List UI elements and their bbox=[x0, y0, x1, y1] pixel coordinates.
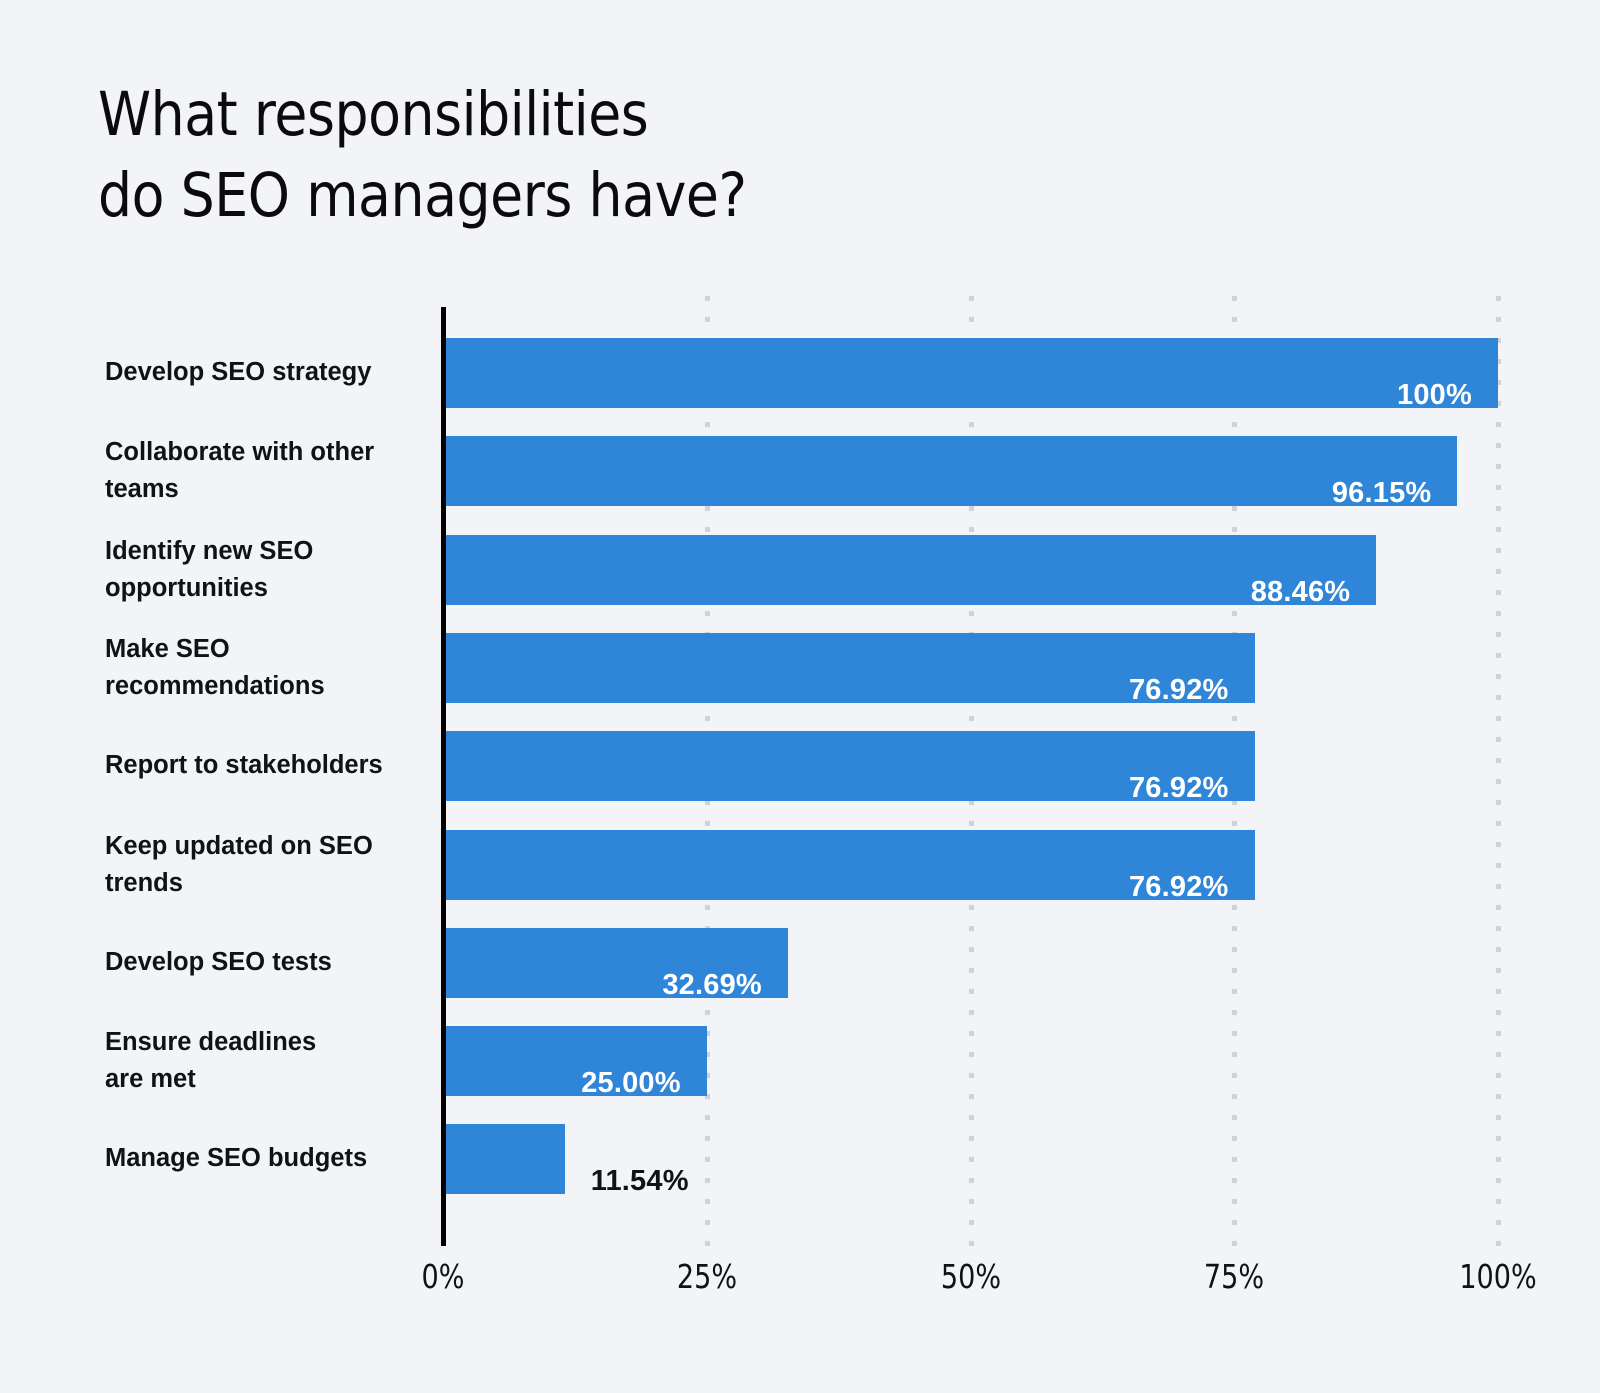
bar-value-label: 76.92% bbox=[1128, 673, 1229, 706]
category-label: Develop SEO strategy bbox=[105, 358, 372, 386]
bar-row: Manage SEO budgets 11.54% bbox=[0, 1124, 1600, 1197]
category-label: Report to stakeholders bbox=[105, 751, 383, 780]
bar-value-label: 25.00% bbox=[581, 1067, 681, 1100]
bar-row: Collaborate with other teams 96.15% bbox=[0, 436, 1600, 509]
bar-row: Report to stakeholders 76.92% bbox=[0, 731, 1600, 804]
chart-figure: What responsibilities do SEO managers ha… bbox=[0, 0, 1600, 1393]
category-label: Ensure deadlines are met bbox=[105, 1028, 317, 1094]
bar[interactable] bbox=[443, 436, 1458, 507]
bar-value-label: 76.92% bbox=[1128, 870, 1229, 903]
x-tick-label-75%: 75% bbox=[1204, 1257, 1265, 1296]
category-label: Make SEO recommendations bbox=[105, 634, 325, 700]
category-label: Manage SEO budgets bbox=[105, 1144, 368, 1173]
category-label: Keep updated on SEO trends bbox=[105, 831, 373, 897]
bar[interactable] bbox=[443, 534, 1377, 605]
bar-row: Ensure deadlines are met 25.00% bbox=[0, 1026, 1600, 1099]
bar-value-label: 32.69% bbox=[662, 968, 762, 1001]
category-label: Develop SEO tests bbox=[105, 947, 332, 976]
x-tick-label-50%: 50% bbox=[940, 1257, 1001, 1296]
bar-value-label: 100% bbox=[1397, 379, 1472, 411]
bar[interactable] bbox=[443, 338, 1498, 408]
bar-row: Identify new SEO opportunities 88.46% bbox=[0, 534, 1600, 608]
x-tick-label-25%: 25% bbox=[676, 1257, 737, 1296]
bar-row: Develop SEO strategy 100% bbox=[0, 338, 1600, 411]
x-tick-label-100%: 100% bbox=[1459, 1257, 1537, 1296]
category-label: Collaborate with other teams bbox=[105, 438, 375, 504]
bar-value-label: 76.92% bbox=[1128, 772, 1229, 805]
bar-row: Make SEO recommendations 76.92% bbox=[0, 632, 1600, 706]
plot-area: Develop SEO strategy 100% Collaborate with… bbox=[0, 0, 1600, 1393]
bar-row: Develop SEO tests 32.69% bbox=[0, 927, 1600, 1001]
x-tick-label-0%: 0% bbox=[421, 1257, 465, 1296]
bar[interactable] bbox=[443, 1124, 565, 1195]
bar-value-label: 88.46% bbox=[1250, 575, 1351, 608]
category-label: Identify new SEO opportunities bbox=[105, 536, 314, 602]
bar-row: Keep updated on SEO trends 76.92% bbox=[0, 829, 1600, 903]
bar-value-label: 11.54% bbox=[590, 1165, 689, 1198]
y-axis-line bbox=[441, 307, 446, 1246]
bar-value-label: 96.15% bbox=[1331, 477, 1432, 510]
